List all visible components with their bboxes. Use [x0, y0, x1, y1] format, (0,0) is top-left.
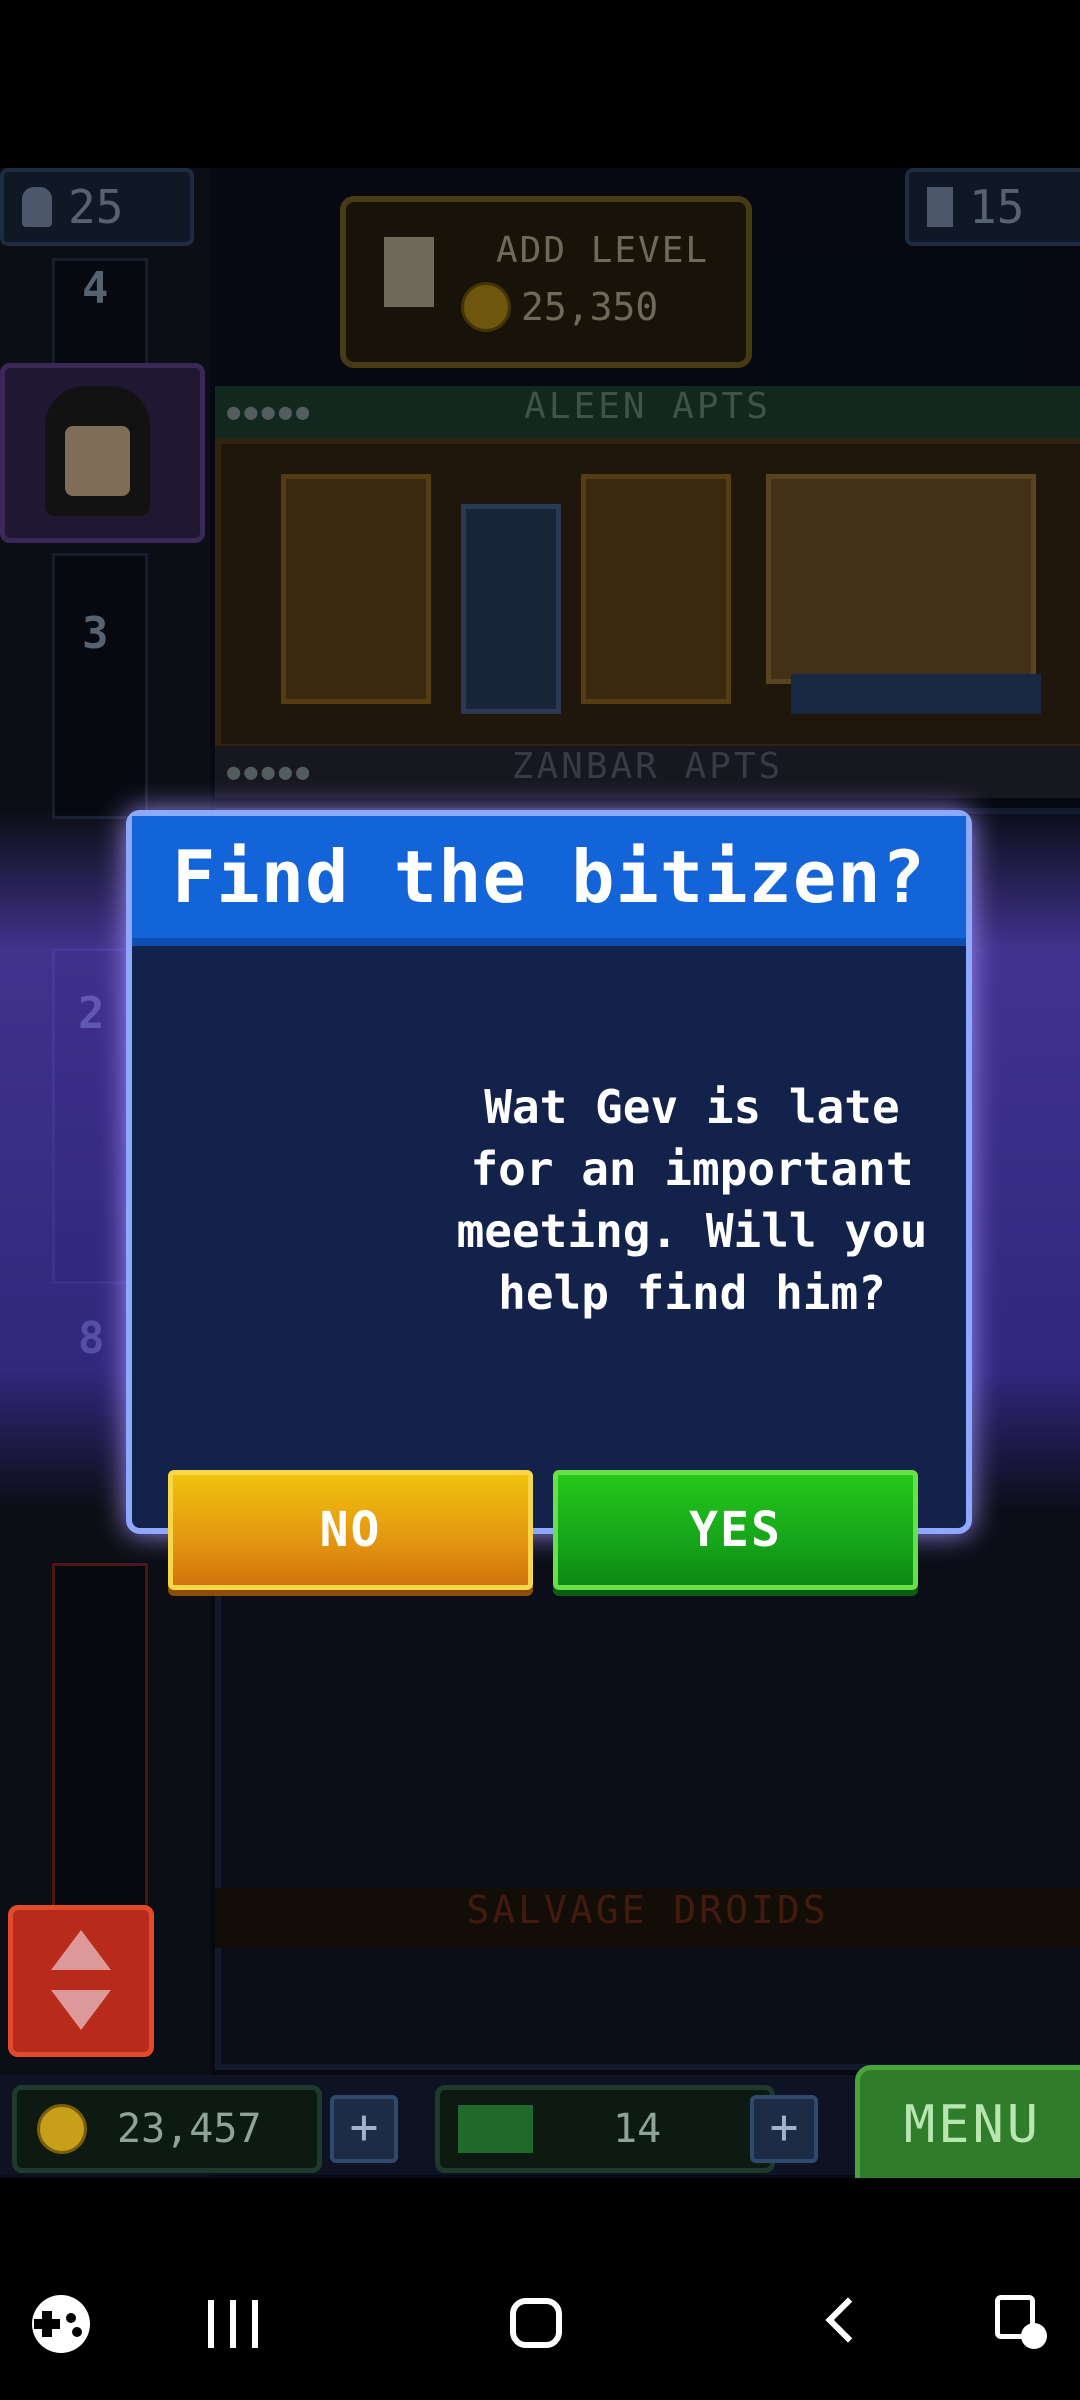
buy-bux-button[interactable]: + [750, 2095, 818, 2163]
elevator-toggle-button[interactable] [8, 1905, 154, 2057]
dialog-message: Wat Gev is late for an important meeting… [456, 1080, 928, 1320]
bux-icon [458, 2105, 533, 2153]
back-icon[interactable] [820, 2297, 871, 2348]
find-bitizen-dialog: Find the bitizen? Wat Gev is late for an… [126, 810, 972, 1534]
game-launcher-icon[interactable] [32, 2295, 90, 2353]
system-navbar [0, 2178, 1080, 2400]
menu-button[interactable]: MENU [855, 2065, 1080, 2185]
buy-coins-button[interactable]: + [330, 2095, 398, 2163]
yes-button[interactable]: YES [553, 1470, 918, 1590]
bux-value: 14 [613, 2106, 662, 2152]
recent-apps-icon[interactable] [208, 2300, 258, 2348]
coins-value: 23,457 [117, 2106, 262, 2152]
bux-display: 14 [435, 2085, 775, 2173]
dialog-title: Find the bitizen? [132, 816, 966, 946]
arrow-down-icon [51, 1990, 111, 2030]
arrow-up-icon [51, 1930, 111, 1970]
coin-icon [37, 2104, 87, 2154]
coins-display: 23,457 [12, 2085, 322, 2173]
screen-capture-icon[interactable] [995, 2295, 1055, 2355]
no-button[interactable]: NO [168, 1470, 533, 1590]
home-icon[interactable] [510, 2298, 562, 2348]
